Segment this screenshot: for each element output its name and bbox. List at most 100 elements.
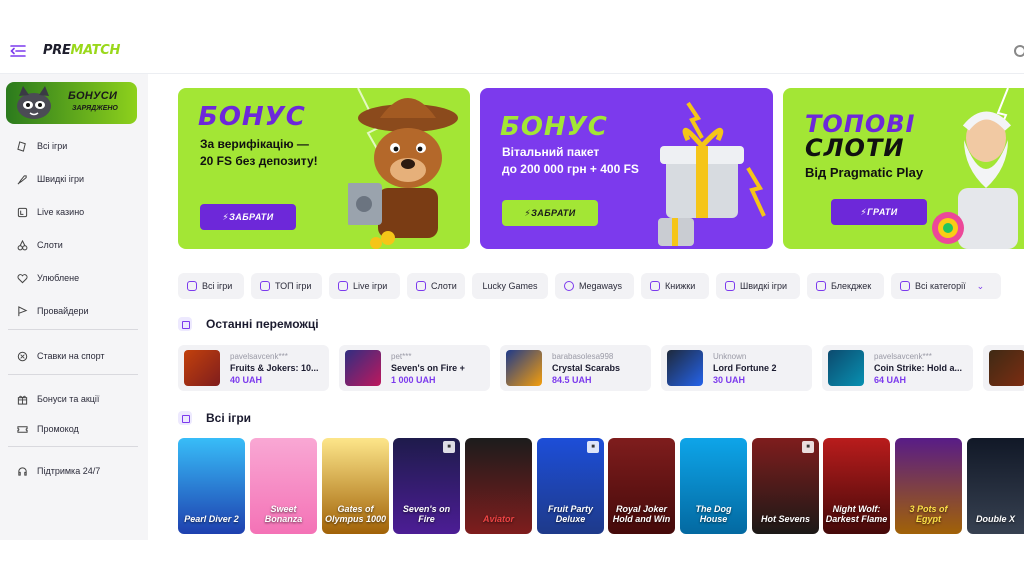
winner-amount: 1 000 UAH [391, 375, 436, 385]
cowboy-bear-illustration [348, 88, 458, 249]
game-thumbnail [667, 350, 703, 386]
game-tile[interactable]: Pearl Diver 2 [178, 438, 245, 534]
cherries-icon [17, 239, 28, 250]
sidebar-item-slots[interactable]: Слоти [0, 233, 148, 257]
sidebar-item-fast-games[interactable]: Швидкі ігри [0, 167, 148, 191]
chip-megaways[interactable]: Megaways [555, 273, 634, 299]
chip-label: Megaways [579, 281, 623, 291]
sidebar-item-label: Улюблене [37, 273, 80, 283]
brand-logo[interactable]: PREMATCH [43, 43, 120, 58]
sidebar-item-label: Всі ігри [37, 141, 68, 151]
banner-claim-button[interactable]: ⚡ЗАБРАТИ [502, 200, 598, 226]
game-name: Night Wolf: Darkest Flame [825, 504, 888, 524]
chip-fast-games[interactable]: Швидкі ігри [716, 273, 800, 299]
sidebar-item-bonuses[interactable]: Бонуси та акції [0, 387, 148, 411]
sidebar-item-providers[interactable]: Провайдери [0, 299, 148, 323]
chip-label: Швидкі ігри [740, 281, 788, 291]
banner-claim-button[interactable]: ⚡ЗАБРАТИ [200, 204, 296, 230]
winner-game: Fruits & Jokers: 10... [230, 363, 319, 373]
winner-card[interactable]: barabasolesa998 Crystal Scarabs 84.5 UAH [500, 345, 651, 391]
book-icon [650, 281, 660, 291]
sidebar-item-live-casino[interactable]: Live казино [0, 200, 148, 224]
winner-card[interactable]: Unknown Lord Fortune 2 30 UAH [661, 345, 812, 391]
game-tile[interactable]: Night Wolf: Darkest Flame [823, 438, 890, 534]
sidebar-item-label: Live казино [37, 207, 85, 217]
chip-books[interactable]: Книжки [641, 273, 709, 299]
banner-play-button[interactable]: ⚡ГРАТИ [831, 199, 927, 225]
sidebar-divider [8, 374, 138, 375]
rocket-icon [17, 174, 27, 184]
game-tile[interactable]: The Dog House [680, 438, 747, 534]
promo-banner-welcome-pack[interactable]: БОНУС Вітальний пакет до 200 000 грн + 4… [480, 88, 773, 249]
game-tile[interactable]: ■ Seven's on Fire [393, 438, 460, 534]
sidebar-item-sports-betting[interactable]: Ставки на спорт [0, 344, 148, 368]
chip-live-games[interactable]: Live ігри [329, 273, 400, 299]
chip-all-games[interactable]: Всі ігри [178, 273, 244, 299]
winner-game: Coin Strike: Hold a... [874, 363, 963, 373]
game-name: Fruit Party Deluxe [547, 504, 593, 524]
soccer-ball-icon [17, 351, 28, 361]
winner-amount: 64 UAH [874, 375, 907, 385]
bonus-card-title: БОНУСИ [68, 90, 118, 102]
game-name: 3 Pots of Egypt [909, 504, 948, 524]
sidebar-item-support[interactable]: Підтримка 24/7 [0, 459, 148, 483]
sidebar-item-label: Швидкі ігри [37, 174, 85, 184]
all-games-title: Всі ігри [206, 411, 252, 425]
chip-all-categories-dropdown[interactable]: Всі категорії ⌄ [891, 273, 1001, 299]
winner-game: Seven's on Fire + [391, 363, 465, 373]
game-name: Royal Joker Hold and Win [612, 504, 671, 524]
headset-icon [18, 466, 27, 476]
top-header: PREMATCH [0, 28, 1024, 74]
sidebar-item-promocode[interactable]: Промокод [0, 417, 148, 441]
game-tile[interactable]: ■ Fruit Party Deluxe [537, 438, 604, 534]
game-tile[interactable]: Sweet Bonanza [250, 438, 317, 534]
game-thumbnail [989, 350, 1024, 386]
chip-top-games[interactable]: ТОП ігри [251, 273, 322, 299]
game-name: The Dog House [695, 504, 732, 524]
chip-blackjack[interactable]: Блекджек [807, 273, 884, 299]
chevron-down-icon: ⌄ [976, 280, 985, 291]
sidebar-item-label: Промокод [37, 424, 79, 434]
provider-badge-icon: ■ [587, 441, 599, 453]
bonus-charged-card[interactable]: БОНУСИ ЗАРЯДЖЕНО [6, 82, 137, 124]
game-thumbnail [184, 350, 220, 386]
cards-icon [816, 281, 826, 291]
grid-icon [187, 281, 197, 291]
winner-amount: 84.5 UAH [552, 375, 592, 385]
banner-title-line2: СЛОТИ [805, 134, 905, 162]
gift-box-illustration [658, 101, 766, 246]
chip-label: Слоти [431, 281, 457, 291]
chip-lucky-games[interactable]: Lucky Games [472, 273, 548, 299]
banner-line2: 20 FS без депозиту! [200, 154, 318, 168]
bonus-card-subtitle: ЗАРЯДЖЕНО [72, 105, 118, 112]
winner-card-partial[interactable] [983, 345, 1024, 391]
sidebar-item-label: Слоти [37, 240, 63, 250]
banner-title: БОНУС [500, 112, 608, 142]
dice-icon [17, 140, 26, 152]
game-tile[interactable]: Royal Joker Hold and Win [608, 438, 675, 534]
sidebar-item-label: Бонуси та акції [37, 394, 100, 404]
fire-icon [260, 281, 270, 291]
game-tile[interactable]: Aviator [465, 438, 532, 534]
chip-label: Live ігри [353, 281, 388, 291]
game-tile[interactable]: Gates of Olympus 1000 [322, 438, 389, 534]
logo-text-main: PRE [43, 43, 71, 58]
zeus-illustration [932, 88, 1018, 249]
sidebar-item-all-games[interactable]: Всі ігри [0, 134, 148, 158]
search-icon[interactable] [1014, 45, 1024, 57]
game-tile[interactable]: ■ Hot Sevens [752, 438, 819, 534]
sidebar-item-label: Ставки на спорт [37, 351, 105, 361]
sidebar-item-favorites[interactable]: Улюблене [0, 266, 148, 290]
winner-card[interactable]: pavelsavcenk*** Coin Strike: Hold a... 6… [822, 345, 973, 391]
winner-game: Lord Fortune 2 [713, 363, 777, 373]
chip-slots[interactable]: Слоти [407, 273, 465, 299]
chip-label: Lucky Games [482, 281, 538, 291]
promo-banner-verification[interactable]: БОНУС За верифікацію — 20 FS без депозит… [178, 88, 470, 249]
winner-card[interactable]: pavelsavcenk*** Fruits & Jokers: 10... 4… [178, 345, 329, 391]
menu-collapse-icon[interactable] [10, 44, 26, 58]
winner-card[interactable]: pet*** Seven's on Fire + 1 000 UAH [339, 345, 490, 391]
promo-banner-top-slots[interactable]: ТОПОВІ СЛОТИ Від Pragmatic Play ⚡ГРАТИ [783, 88, 1024, 249]
flag-icon [18, 305, 28, 316]
game-tile[interactable]: Double X [967, 438, 1024, 534]
game-tile[interactable]: 3 Pots of Egypt [895, 438, 962, 534]
